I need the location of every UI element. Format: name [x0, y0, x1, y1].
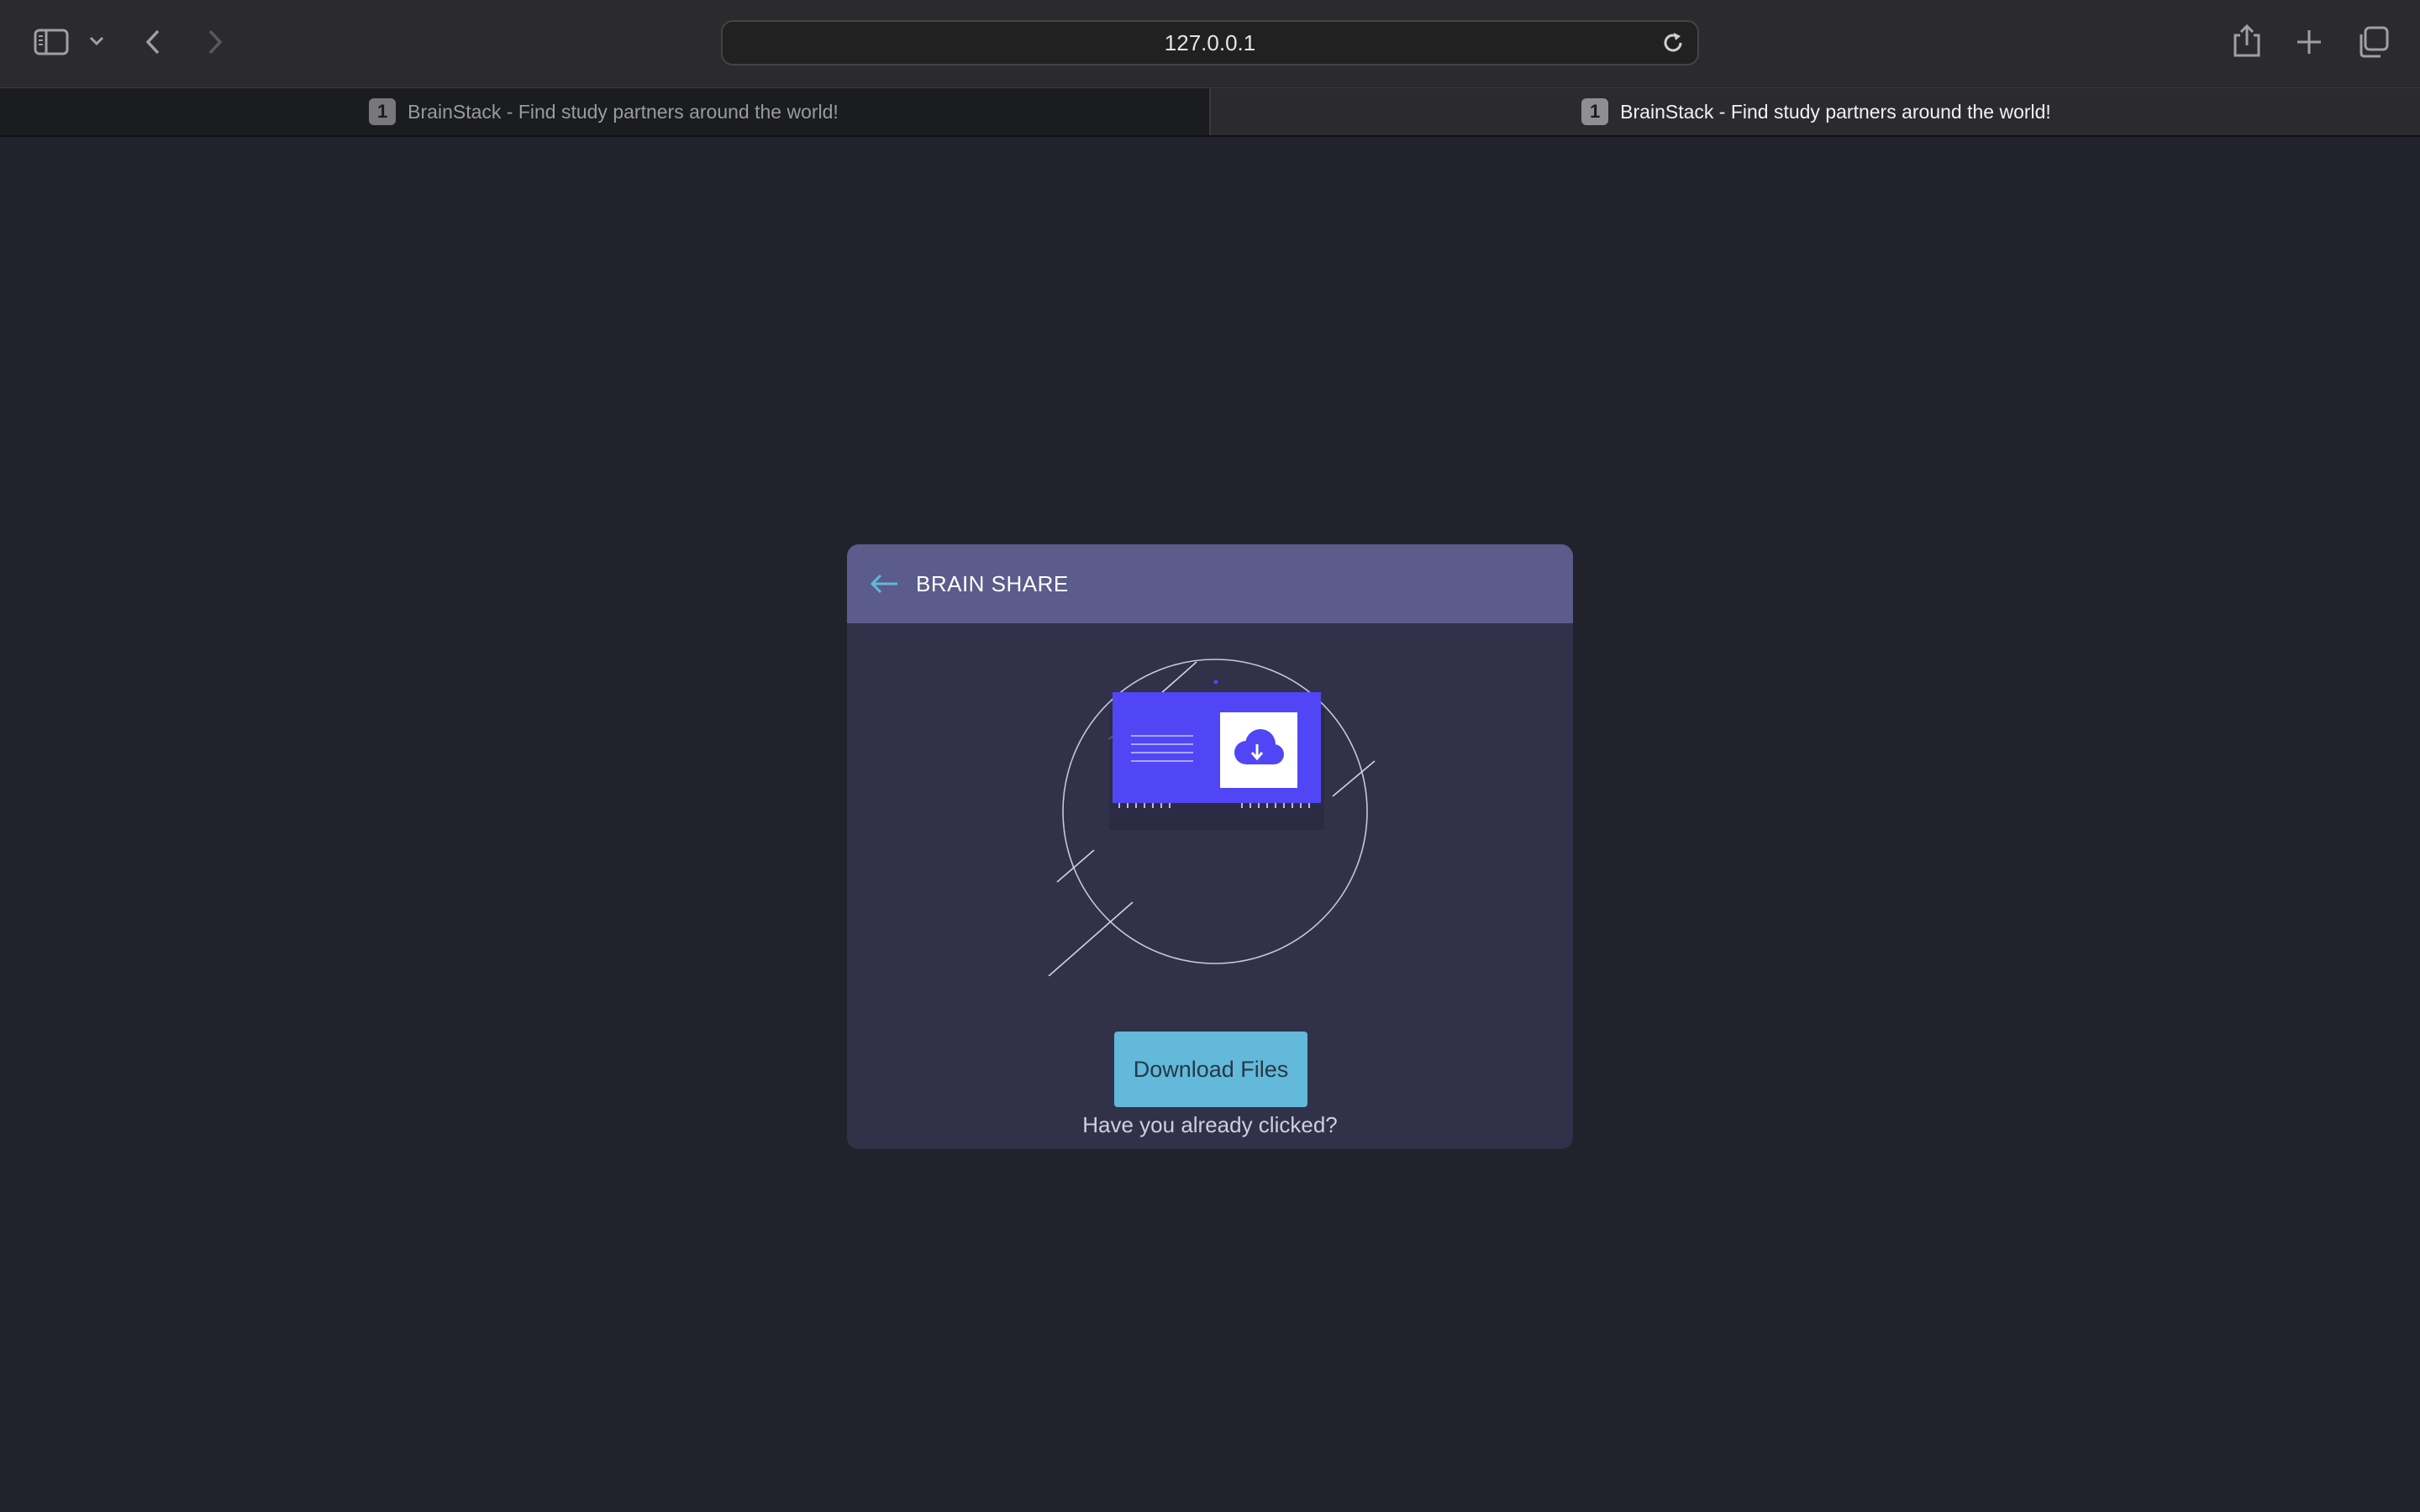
url-text: 127.0.0.1: [1164, 29, 1256, 55]
tab-title: BrainStack - Find study partners around …: [408, 100, 839, 123]
file-download-illustration: [1032, 657, 1388, 980]
plus-icon[interactable]: [2294, 27, 2324, 57]
reload-icon[interactable]: [1660, 30, 1686, 60]
tab-badge: 1: [369, 98, 397, 125]
tab-title: BrainStack - Find study partners around …: [1620, 100, 2051, 123]
chevron-right-icon[interactable]: [202, 27, 227, 57]
diagonal-line: [1048, 901, 1134, 977]
dot: [1213, 680, 1218, 685]
tab-brainstack-1[interactable]: 1 BrainStack - Find study partners aroun…: [0, 88, 1207, 135]
browser-toolbar: 127.0.0.1: [0, 0, 2420, 87]
arrow-left-icon[interactable]: [867, 565, 904, 602]
tab-bar: 1 BrainStack - Find study partners aroun…: [0, 87, 2420, 137]
diagonal-line: [1332, 760, 1376, 797]
tabs-overview-icon[interactable]: [2356, 25, 2390, 59]
page-title: BRAIN SHARE: [916, 570, 1069, 596]
address-bar[interactable]: 127.0.0.1: [721, 20, 1699, 66]
diagonal-line: [1056, 849, 1095, 883]
sidebar-icon[interactable]: [34, 27, 69, 57]
already-clicked-text: Have you already clicked?: [1082, 1112, 1338, 1137]
download-files-button[interactable]: Download Files: [1114, 1032, 1307, 1107]
share-icon[interactable]: [2232, 24, 2262, 59]
chevron-down-icon[interactable]: [87, 34, 106, 47]
tab-badge: 1: [1581, 98, 1609, 125]
brain-share-card: BRAIN SHARE Download Files Have you alre…: [847, 544, 1573, 1149]
tab-brainstack-2[interactable]: 1 BrainStack - Find study partners aroun…: [1209, 88, 2420, 135]
chevron-left-icon[interactable]: [141, 27, 166, 57]
card-header: BRAIN SHARE: [847, 544, 1573, 623]
